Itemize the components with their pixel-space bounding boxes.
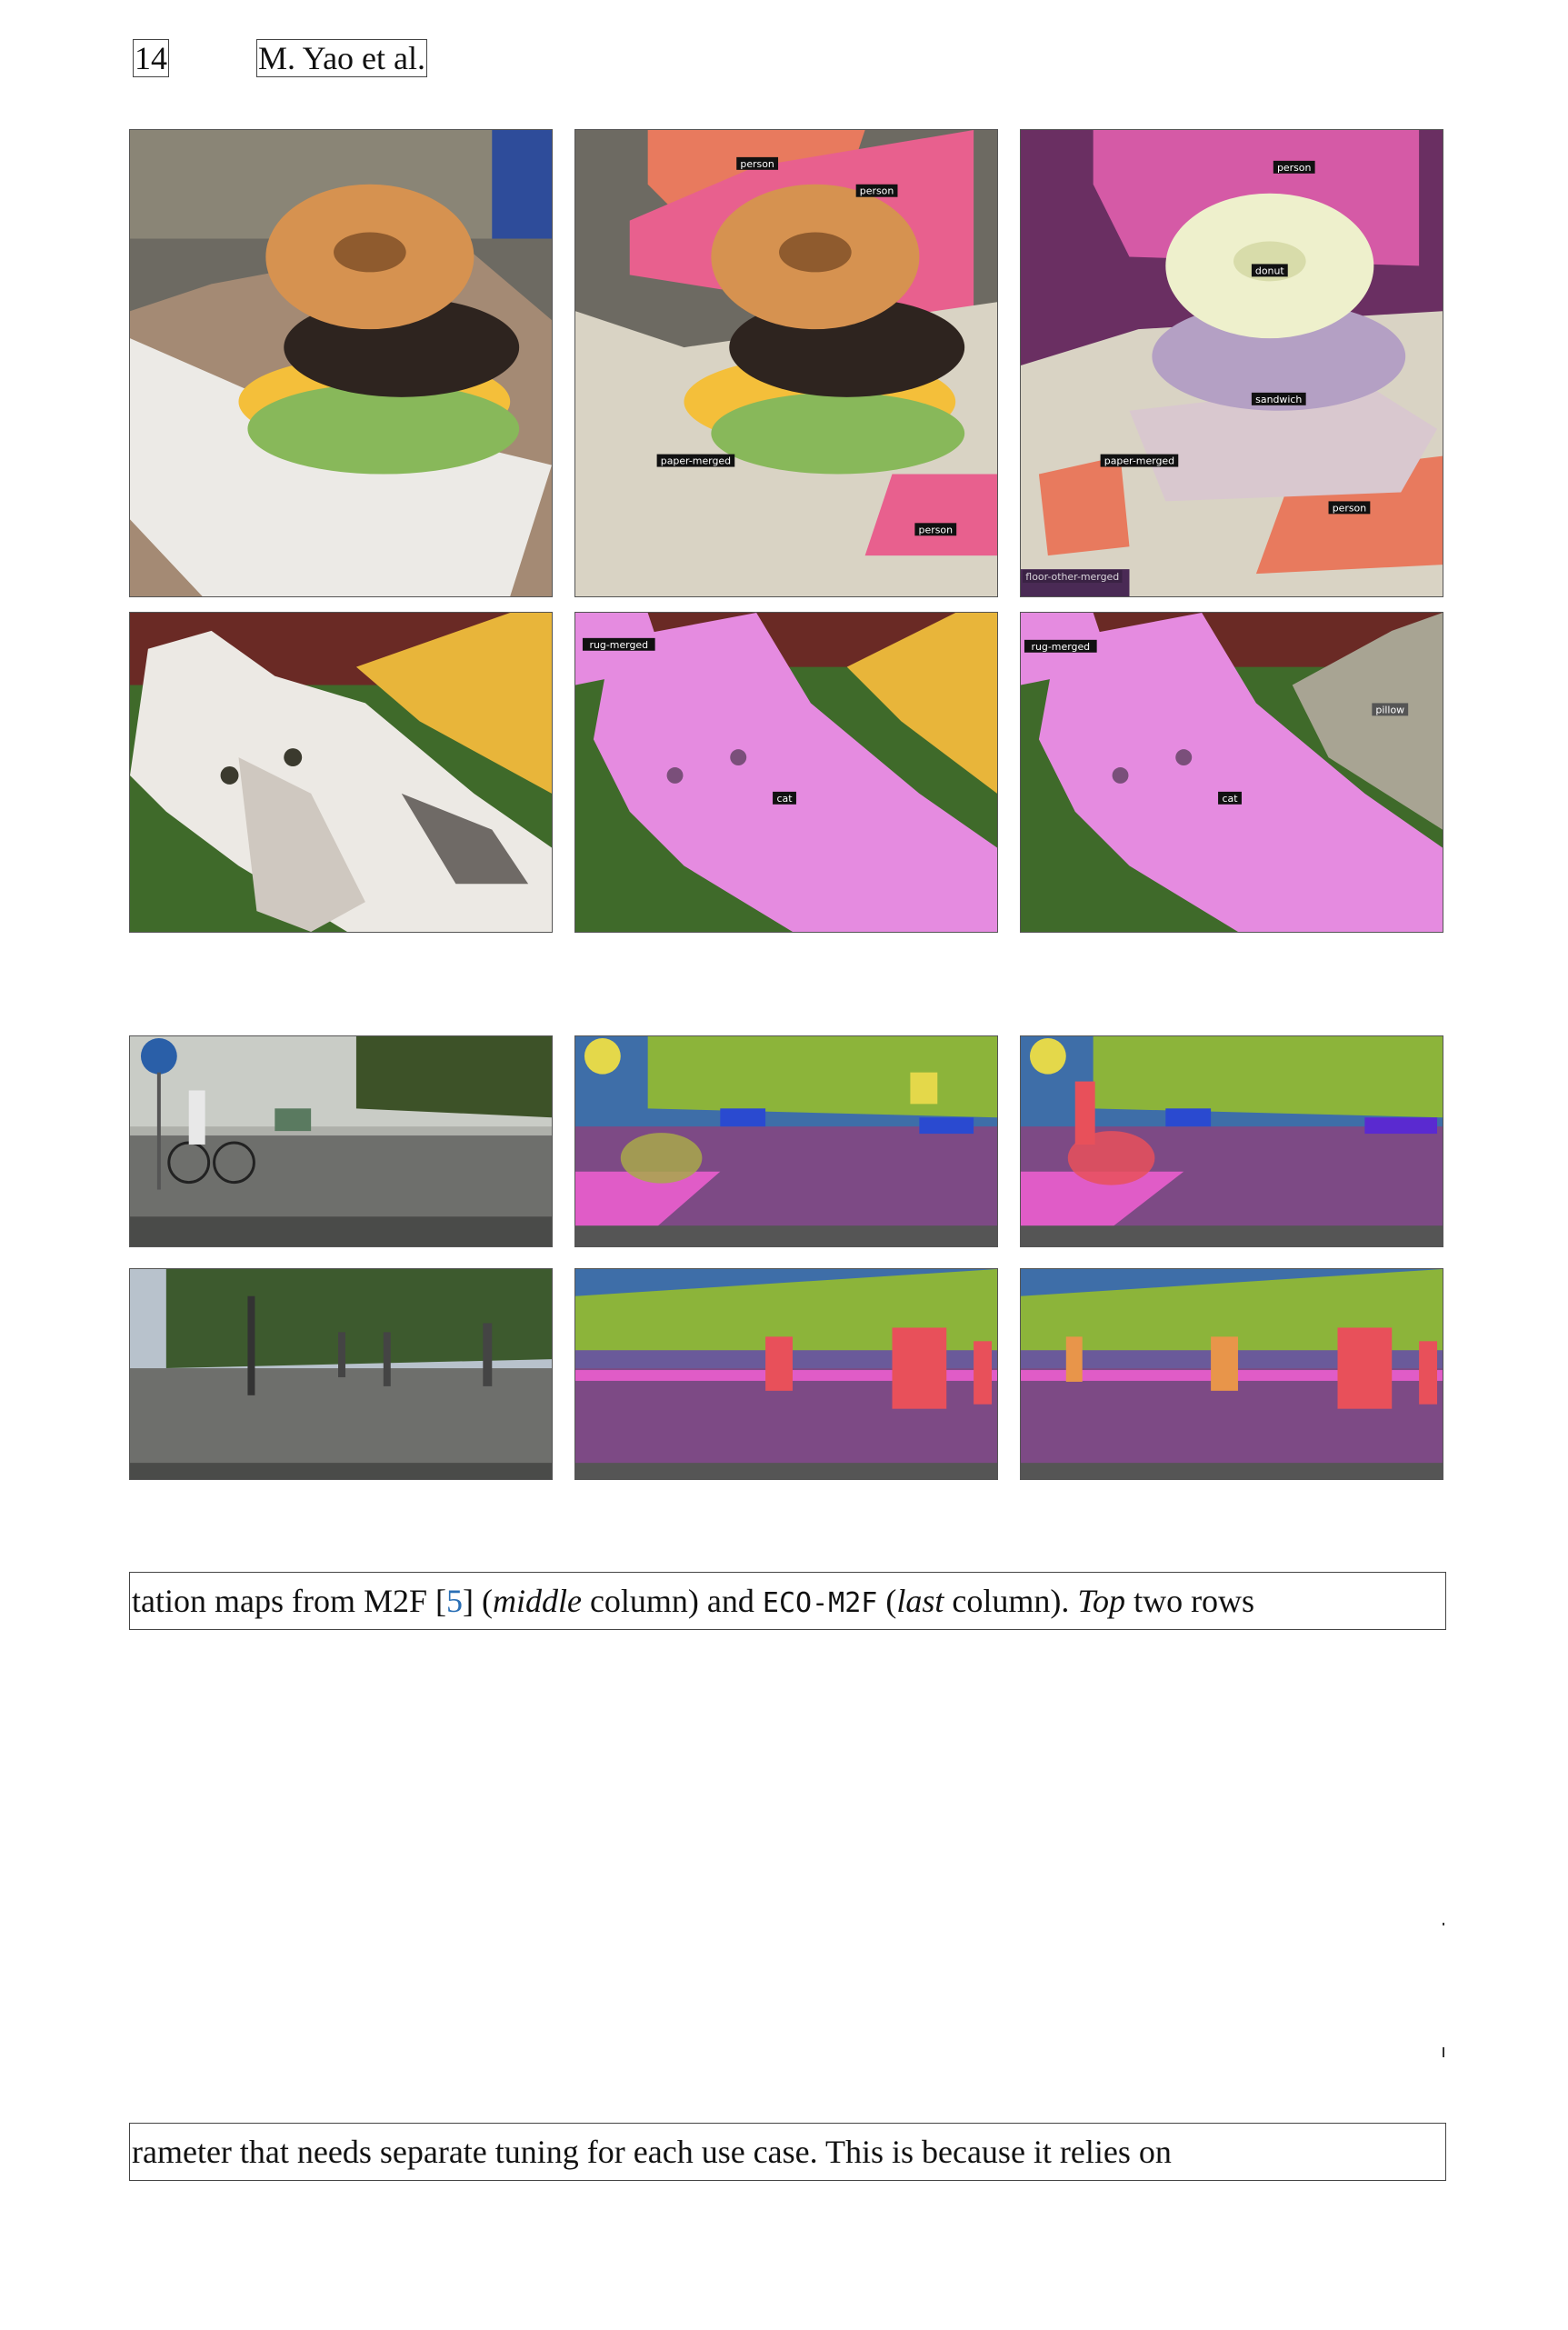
mask-label: rug-merged [1031, 641, 1090, 653]
figure-panel-burger-eco-m2f: person donut sandwich paper-merged perso… [1020, 129, 1443, 597]
running-title-text: M. Yao et al. [256, 39, 428, 77]
stray-mark [1443, 1923, 1444, 1925]
figure-panel-street1-input [129, 1035, 553, 1247]
caption-text: column) and [581, 1583, 763, 1619]
mask-label: rug-merged [589, 639, 648, 651]
running-title: M. Yao et al. [256, 39, 428, 77]
figure-panel-cat-m2f: rug-merged cat [574, 612, 998, 933]
caption-italic: middle [492, 1583, 582, 1619]
mask-label: cat [776, 793, 793, 805]
page-number: 14 [133, 39, 169, 77]
figure-panel-cat-eco-m2f: rug-merged pillow cat [1020, 612, 1443, 933]
stray-mark [1443, 2047, 1444, 2057]
mask-label: floor-other-merged [1025, 571, 1119, 583]
method-name: ECO-M2F [762, 1587, 878, 1619]
caption-line: tation maps from M2F [5] (middle column)… [129, 1572, 1446, 1630]
figure-panel-street2-eco-m2f [1020, 1268, 1443, 1480]
caption-text: column). [944, 1583, 1078, 1619]
figure-panel-street2-input [129, 1268, 553, 1480]
caption-text: ] ( [462, 1583, 493, 1619]
caption-text: ( [877, 1583, 897, 1619]
caption-italic: Top [1077, 1583, 1126, 1619]
figure-panel-cat-input [129, 612, 553, 933]
figure-panel-burger-m2f: person person paper-merged person [574, 129, 998, 597]
body-text-line: rameter that needs separate tuning for e… [129, 2123, 1446, 2181]
page-number-text: 14 [133, 39, 169, 77]
mask-label: cat [1222, 793, 1238, 805]
caption-text: two rows [1125, 1583, 1255, 1619]
body-text: rameter that needs separate tuning for e… [132, 2134, 1172, 2170]
mask-label: person [919, 524, 953, 535]
mask-label: person [860, 185, 894, 197]
figure-panel-street2-m2f [574, 1268, 998, 1480]
figure-panel-street1-m2f [574, 1035, 998, 1247]
mask-label: paper-merged [1104, 455, 1174, 467]
figure-panel-street1-eco-m2f [1020, 1035, 1443, 1247]
mask-label: sandwich [1255, 394, 1302, 405]
mask-label: donut [1255, 265, 1284, 276]
mask-label: paper-merged [661, 455, 731, 467]
mask-label: pillow [1375, 704, 1404, 715]
mask-label: person [740, 158, 774, 170]
caption-italic: last [896, 1583, 944, 1619]
caption-text: tation maps from M2F [ [132, 1583, 446, 1619]
mask-label: person [1277, 162, 1311, 174]
figure-panel-burger-input [129, 129, 553, 597]
mask-label: person [1333, 502, 1366, 514]
citation-link[interactable]: 5 [446, 1583, 463, 1619]
